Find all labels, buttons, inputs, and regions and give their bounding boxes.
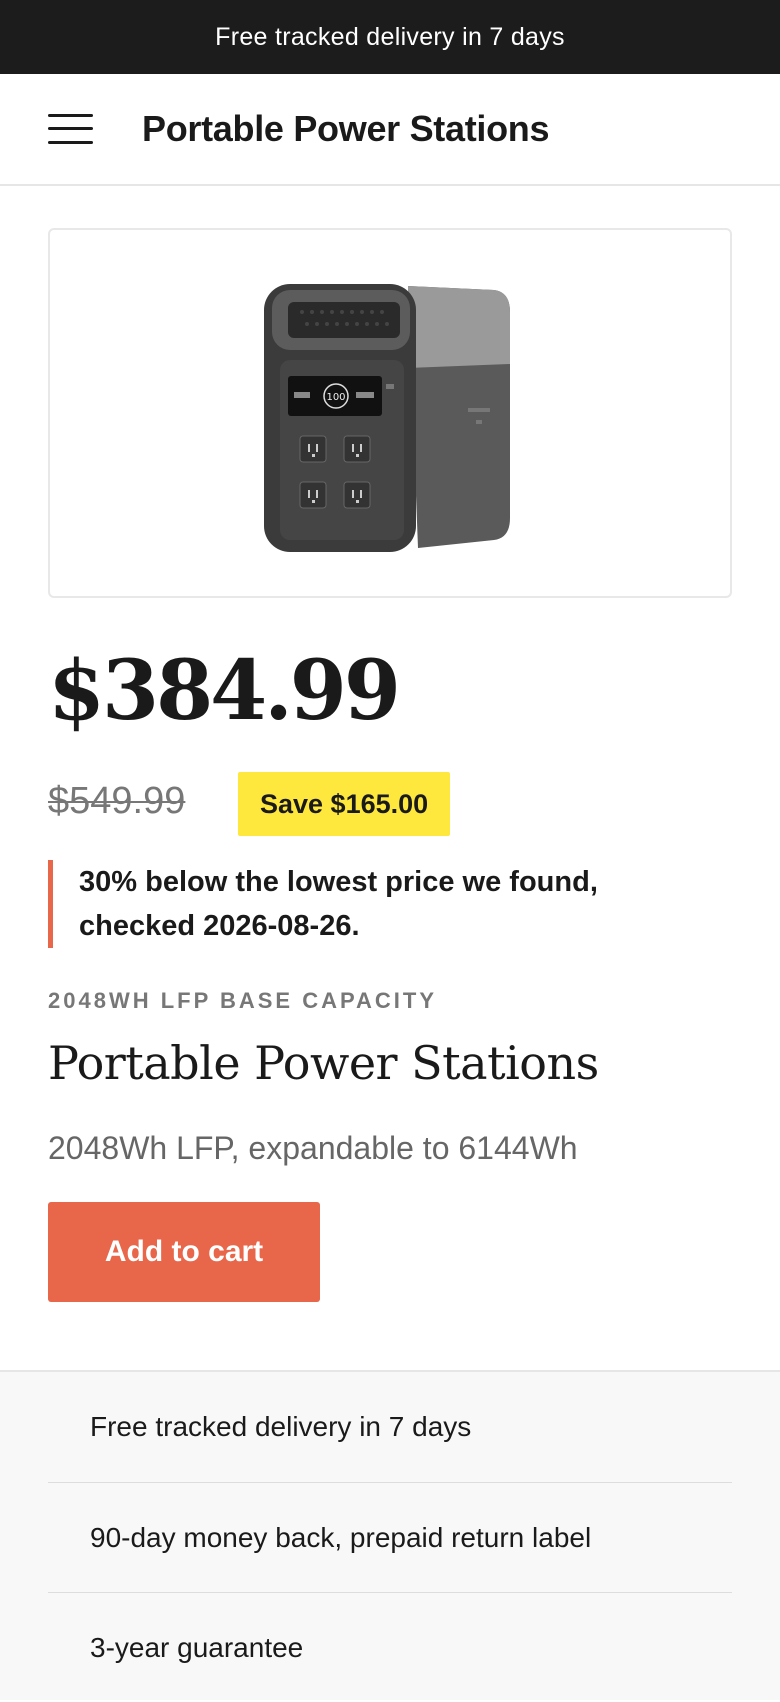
original-price: $549.99 <box>48 780 186 822</box>
benefit-guarantee: 3-year guarantee <box>48 1592 732 1702</box>
display-readout: 100 <box>326 392 345 403</box>
save-badge: Save $165.00 <box>238 772 451 836</box>
product-image: 100 <box>264 284 510 552</box>
benefits-list: Free tracked delivery in 7 days 90-day m… <box>0 1370 780 1700</box>
product-subtitle: 2048Wh LFP, expandable to 6144Wh <box>48 1130 578 1166</box>
product-title: Portable Power Stations <box>48 1036 599 1090</box>
capacity-eyebrow: 2048WH LFP BASE CAPACITY <box>48 988 438 1013</box>
site-header: Portable Power Stations <box>0 74 780 186</box>
promo-bar: Free tracked delivery in 7 days <box>0 0 780 74</box>
product-image-frame[interactable]: 100 <box>48 228 732 598</box>
promo-text: Free tracked delivery in 7 days <box>215 22 565 51</box>
benefit-delivery: Free tracked delivery in 7 days <box>90 1411 472 1442</box>
page-title: Portable Power Stations <box>142 108 550 149</box>
add-to-cart-button[interactable]: Add to cart <box>48 1202 320 1302</box>
benefit-returns: 90-day money back, prepaid return label <box>48 1482 732 1592</box>
sale-price: $384.99 <box>48 643 401 739</box>
hamburger-icon[interactable] <box>48 112 93 146</box>
price-comparison-note: 30% below the lowest price we found, che… <box>48 860 688 948</box>
